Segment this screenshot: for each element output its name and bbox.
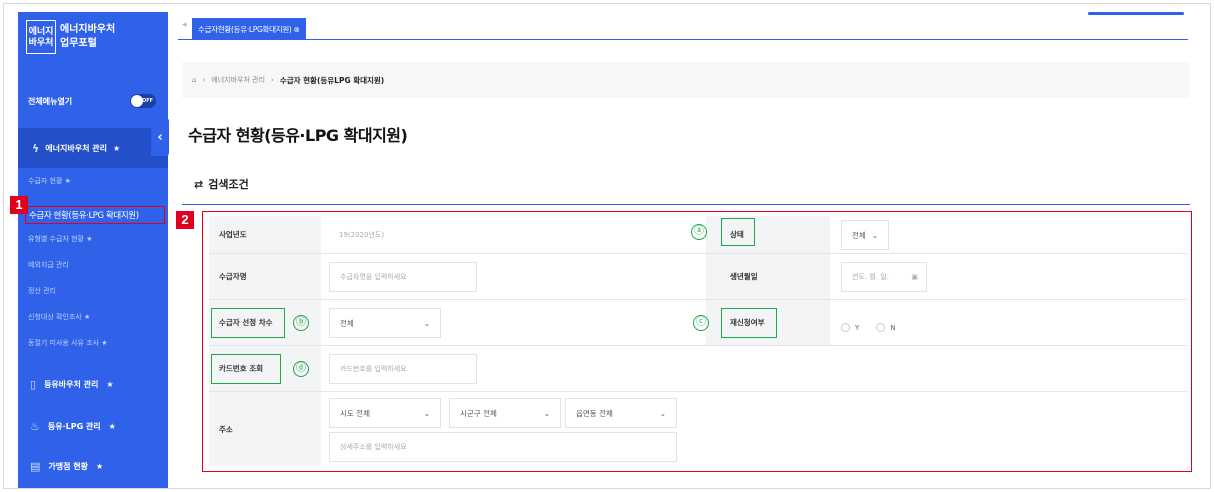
selection-select[interactable]: 전체 ⌄ (329, 308, 441, 338)
page-title: 수급자 현황(등유·LPG 확대지원) (188, 126, 408, 145)
annotation-b: ⓑ (293, 315, 309, 331)
name-input[interactable]: 수급자명을 입력하세요 (329, 262, 477, 292)
highlight-selection (211, 308, 285, 338)
card-input[interactable]: 카드번호를 입력하세요 (329, 354, 477, 384)
chevron-down-icon: ⌄ (871, 230, 878, 240)
highlight-reapply (721, 308, 777, 338)
breadcrumb-item[interactable]: 에너지바우처 관리 (211, 75, 265, 85)
sidebar-sub-winter-unused[interactable]: 동절기 미사용 사유 조사 ★ (28, 338, 108, 348)
sidebar-item-energy-voucher[interactable]: ϟ 에너지바우처 관리 ★ (18, 128, 168, 168)
year-field[interactable]: 19(2020년도) (329, 220, 489, 250)
breadcrumb: ⌂ › 에너지바우처 관리 › 수급자 현황(등유LPG 확대지원) (182, 62, 1190, 98)
top-accent-bar (1088, 12, 1184, 15)
annotation-badge-1: 1 (10, 196, 28, 214)
star-icon: ★ (108, 422, 116, 431)
highlight-status (721, 218, 755, 246)
chevron-down-icon: ⌄ (423, 408, 430, 418)
tab-recipient-expanded[interactable]: 수급자현황(등유·LPG확대지원) ⊗ (192, 18, 306, 40)
sidebar-sub-target-check[interactable]: 신청대상 확인조사 ★ (28, 312, 90, 322)
flame-icon: ♨ (30, 420, 40, 433)
year-label: 사업년도 (209, 216, 321, 253)
logo[interactable]: 에너지 바우처 에너지바우처 업무포털 (26, 20, 115, 54)
sidebar-item-merchant[interactable]: ▤ 가맹점 현황 ★ (30, 460, 103, 473)
highlight-card (211, 354, 281, 384)
sidebar-sub-type-status[interactable]: 유형별 수급자 현황 ★ (28, 234, 93, 244)
form-row: 카드번호 조회 카드번호를 입력하세요 (209, 346, 1187, 392)
chevron-down-icon: ⌄ (423, 318, 430, 328)
document-icon: ▯ (30, 378, 37, 391)
star-icon: ★ (96, 462, 104, 471)
sidebar-collapse-button[interactable]: ‹ (151, 118, 169, 156)
annotation-a: ⓐ (691, 224, 707, 240)
sidebar-sub-recipient-status[interactable]: 수급자 현황 ★ (28, 176, 71, 186)
sigungu-select[interactable]: 시군구 전체 ⌄ (449, 398, 561, 428)
reapply-y-radio[interactable]: Y (841, 323, 859, 332)
birth-input[interactable]: 연도. 월. 일. ▣ (841, 262, 927, 292)
lightning-icon: ϟ (32, 141, 40, 155)
tab-bar: ◂ 수급자현황(등유·LPG확대지원) ⊗ (178, 12, 1188, 40)
form-row: 수급자명 수급자명을 입력하세요 생년월일 연도. 월. 일. ▣ (209, 254, 1187, 300)
swap-icon: ⇄ (194, 177, 204, 191)
list-icon: ▤ (30, 460, 41, 473)
divider (182, 204, 1190, 205)
menu-all-label: 전체메뉴열기 (28, 96, 73, 106)
birth-label: 생년월일 (706, 254, 830, 299)
chevron-down-icon: ⌄ (659, 408, 666, 418)
star-icon: ★ (106, 380, 114, 389)
menu-all-toggle[interactable]: OFF (130, 94, 156, 108)
chevron-down-icon: ⌄ (543, 408, 550, 418)
address-detail-input[interactable]: 상세주소를 입력하세요 (329, 432, 677, 462)
calendar-icon[interactable]: ▣ (911, 273, 918, 281)
sidebar-sub-settlement[interactable]: 정산 관리 (28, 286, 56, 296)
sidebar-item-lpg[interactable]: ♨ 등유·LPG 관리 ★ (30, 420, 116, 433)
close-icon[interactable]: ⊗ (294, 25, 300, 34)
sidebar-sub-exception[interactable]: 예외지급 관리 (28, 260, 69, 270)
annotation-badge-2: 2 (176, 211, 194, 229)
annotation-c: ⓒ (693, 315, 709, 331)
home-icon[interactable]: ⌂ (192, 76, 196, 84)
breadcrumb-current: 수급자 현황(등유LPG 확대지원) (279, 75, 385, 85)
sidebar: 에너지 바우처 에너지바우처 업무포털 전체메뉴열기 OFF ϟ 에너지바우처 관… (18, 12, 168, 488)
tab-prev-icon[interactable]: ◂ (182, 20, 187, 30)
sido-select[interactable]: 시도 전체 ⌄ (329, 398, 441, 428)
status-select[interactable]: 전체 ⌄ (841, 220, 889, 250)
logo-title: 에너지바우처 (60, 24, 116, 35)
reapply-n-radio[interactable]: N (876, 323, 896, 332)
sidebar-item-label: 에너지바우처 관리 (45, 143, 107, 153)
search-heading: ⇄ 검색조건 (194, 177, 249, 192)
search-form: 사업년도 19(2020년도) 상태 전체 ⌄ ⓐ 수급자명 수급자명을 입력하세… (202, 211, 1192, 472)
name-label: 수급자명 (209, 254, 321, 299)
sidebar-item-kerosene[interactable]: ▯ 등유바우처 관리 ★ (30, 378, 114, 391)
logo-subtitle: 업무포털 (60, 38, 97, 49)
annotation-d: ⓓ (293, 361, 309, 377)
star-icon: ★ (112, 143, 121, 153)
address-label: 주소 (209, 392, 321, 466)
sidebar-sub-recipient-expanded[interactable]: 수급자 현황(등유·LPG 확대지원) (25, 206, 165, 224)
form-row: 주소 시도 전체 ⌄ 시군구 전체 ⌄ 읍면동 전체 ⌄ 상세주소를 입력하세요 (209, 392, 1187, 466)
logo-mark: 에너지 바우처 (26, 20, 56, 54)
reapply-radio-group: Y N (841, 317, 908, 336)
empty-cell (706, 346, 830, 391)
eup-select[interactable]: 읍면동 전체 ⌄ (565, 398, 677, 428)
